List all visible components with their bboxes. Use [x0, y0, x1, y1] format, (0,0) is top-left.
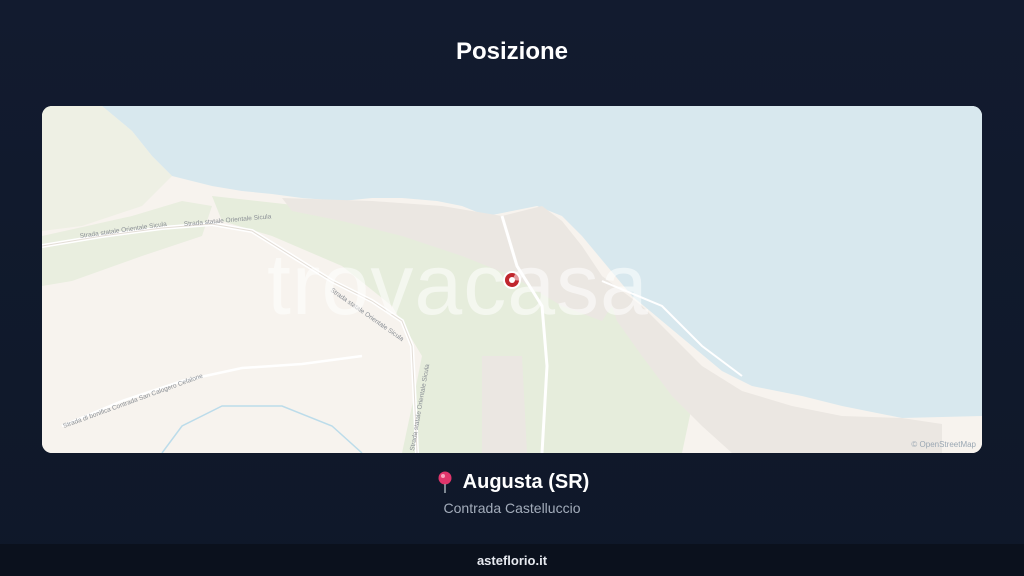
page-title: Posizione	[455, 38, 569, 65]
location-row: Augusta (SR)	[0, 470, 1024, 494]
location-address: Contrada Castelluccio	[443, 500, 581, 516]
location-name: Augusta (SR)	[462, 470, 590, 493]
footer-site[interactable]: asteflorio.it	[477, 553, 547, 568]
map-attribution[interactable]: © OpenStreetMap	[911, 440, 976, 449]
watermark: trovacasa	[267, 237, 649, 333]
map-view[interactable]: Strada statale Orientale Sicula Strada s…	[42, 106, 982, 453]
urban-area-south	[482, 356, 527, 453]
footer: asteflorio.it	[0, 544, 1024, 576]
pushpin-icon	[438, 471, 452, 493]
